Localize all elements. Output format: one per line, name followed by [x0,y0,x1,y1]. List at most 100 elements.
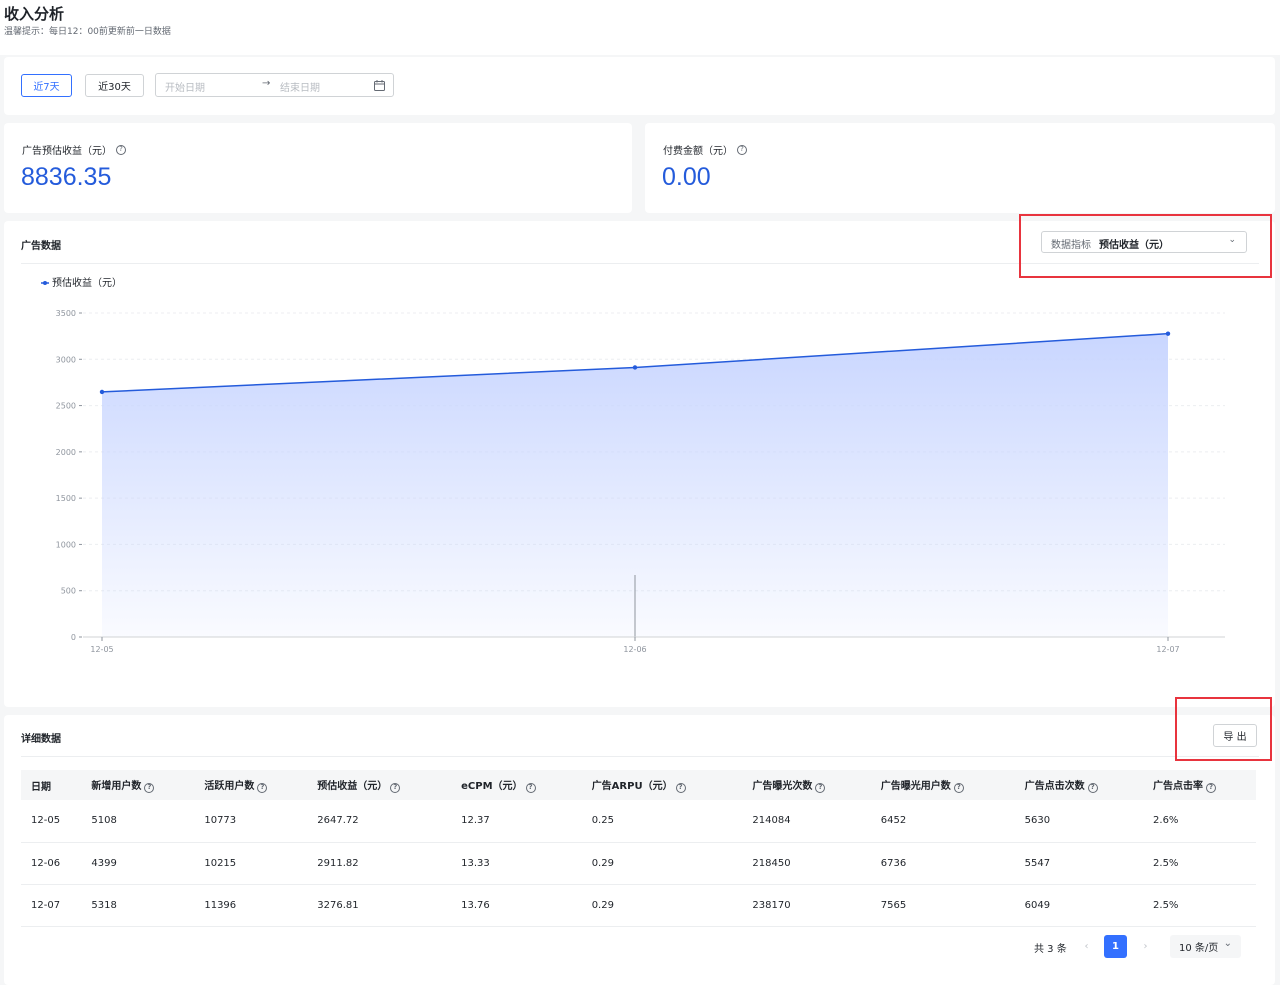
ad-data-card: 广告数据 数据指标 预估收益（元） ⌄ 预估收益（元） 0 500 1000 1500… [4,221,1275,707]
date-range-picker[interactable]: 开始日期 → 结束日期 [155,73,394,97]
table-cell: 13.33 [451,842,582,885]
y-tick-label: 2000 [56,448,76,457]
table-cell: 7565 [870,884,1015,927]
chevron-down-icon: ⌄ [1223,938,1232,949]
question-circle-icon[interactable]: ? [675,782,686,793]
question-circle-icon[interactable]: ? [257,782,268,793]
column-header-label: 新增用户数 [91,781,142,793]
column-header-label: 广告点击率 [1153,781,1204,793]
column-header: eCPM（元）? [451,770,582,800]
legend-marker [43,281,47,285]
prev-page-button[interactable]: ‹ [1075,935,1098,958]
column-header: 日期 [21,770,82,800]
payment-amount-card: 付费金额（元） ? 0.00 [645,123,1275,213]
table-cell: 12-06 [21,842,82,885]
y-tick-label: 3500 [56,309,76,318]
table-cell: 13.76 [451,884,582,927]
column-header-label: 预估收益（元） [317,781,388,793]
y-tick-label: 0 [71,633,76,642]
y-tick-label: 500 [61,587,76,596]
question-circle-icon[interactable]: ? [1087,782,1098,793]
table-body: 12-05 5108 10773 2647.72 12.37 0.25 214084 6452… [21,800,1256,927]
table-cell: 2911.82 [307,842,452,885]
payment-amount-label: 付费金额（元） [663,146,733,157]
data-point [1165,331,1171,336]
column-header: 广告曝光用户数? [870,770,1015,800]
detail-data-title: 详细数据 [21,734,61,745]
table-cell: 6049 [1014,884,1144,927]
table-cell: 6452 [870,800,1015,843]
next-page-button[interactable]: › [1134,935,1157,958]
start-date-input[interactable]: 开始日期 [165,79,205,94]
column-header: 预估收益（元）? [307,770,452,800]
table-row: 12-05 5108 10773 2647.72 12.37 0.25 214084 6452… [21,800,1256,843]
table-row: 12-06 4399 10215 2911.82 13.33 0.29 218450 6736… [21,842,1256,885]
question-circle-icon[interactable]: ? [953,782,964,793]
table-cell: 12-07 [21,884,82,927]
data-point [99,389,105,395]
calendar-icon[interactable] [374,80,385,91]
table-cell: 5547 [1014,842,1144,885]
page-1-button[interactable]: 1 [1104,935,1127,958]
chart-legend[interactable]: 预估收益（元） [41,276,122,289]
question-circle-icon[interactable]: ? [737,144,747,155]
y-tick-label: 1500 [56,494,76,503]
y-tick-label: 1000 [56,540,76,549]
total-count: 共 3 条 [1034,944,1067,955]
question-circle-icon[interactable]: ? [390,782,401,793]
ad-revenue-value: 8836.35 [21,163,112,191]
column-header-label: 广告曝光次数 [752,781,813,793]
table-cell: 218450 [742,842,871,885]
detail-data-card: 详细数据 导 出 日期 新增用户数? 活跃用户数? 预估收益（元）? eCPM（元）? 广… [4,715,1275,985]
legend-label: 预估收益（元） [52,276,122,289]
table-cell: 5630 [1014,800,1144,843]
table-cell: 5318 [81,884,195,927]
x-tick-label: 12-05 [90,645,113,654]
revenue-area-chart: 预估收益（元） 0 500 1000 1500 2000 2500 3000 3500 12-0… [41,276,1225,654]
table-cell: 11396 [194,884,308,927]
page-size-value: 10 条/页 [1179,943,1219,954]
question-circle-icon[interactable]: ? [525,782,536,793]
column-header: 广告点击次数? [1014,770,1144,800]
column-header: 广告曝光次数? [742,770,871,800]
highlight-box-metric-select [1019,214,1272,278]
table-cell: 2647.72 [307,800,452,843]
question-circle-icon[interactable]: ? [815,782,826,793]
table-cell: 214084 [742,800,871,843]
chart-plot [99,331,1171,637]
divider [21,756,1259,757]
x-tick-label: 12-07 [1156,645,1179,654]
ad-revenue-card: 广告预估收益（元） ? 8836.35 [4,123,632,213]
table-cell: 2.6% [1143,800,1256,843]
page-size-select[interactable]: 10 条/页 ⌄ [1170,935,1241,958]
table-cell: 2.5% [1143,884,1256,927]
question-circle-icon[interactable]: ? [116,144,126,155]
table-row: 12-07 5318 11396 3276.81 13.76 0.29 238170 7565… [21,884,1256,927]
table-cell: 10773 [194,800,308,843]
column-header-label: 广告曝光用户数 [880,781,951,793]
column-header-label: 广告点击次数 [1024,781,1085,793]
column-header-label: 活跃用户数 [204,781,255,793]
ad-revenue-label-wrap: 广告预估收益（元） ? [22,142,126,157]
last-7-days-button[interactable]: 近7天 [21,74,72,97]
column-header: 活跃用户数? [194,770,308,800]
end-date-input[interactable]: 结束日期 [280,79,320,94]
last-30-days-button[interactable]: 近30天 [85,74,144,97]
column-header: 广告ARPU（元）? [581,770,743,800]
ad-revenue-label: 广告预估收益（元） [22,146,112,157]
table-cell: 2.5% [1143,842,1256,885]
table-cell: 6736 [870,842,1015,885]
data-point [632,365,638,370]
page-title: 收入分析 [4,5,65,23]
table-header-row: 日期 新增用户数? 活跃用户数? 预估收益（元）? eCPM（元）? 广告ARPU（元）?… [21,770,1256,800]
y-tick-label: 2500 [56,402,76,411]
filter-card: 近7天 近30天 开始日期 → 结束日期 [4,57,1275,115]
table-cell: 3276.81 [307,884,452,927]
range-arrow-icon: → [262,78,271,89]
question-circle-icon[interactable]: ? [1206,782,1217,793]
table-cell: 4399 [81,842,195,885]
highlight-box-export [1175,697,1272,761]
table-cell: 0.29 [581,842,743,885]
x-tick-label: 12-06 [623,645,646,654]
question-circle-icon[interactable]: ? [144,782,155,793]
